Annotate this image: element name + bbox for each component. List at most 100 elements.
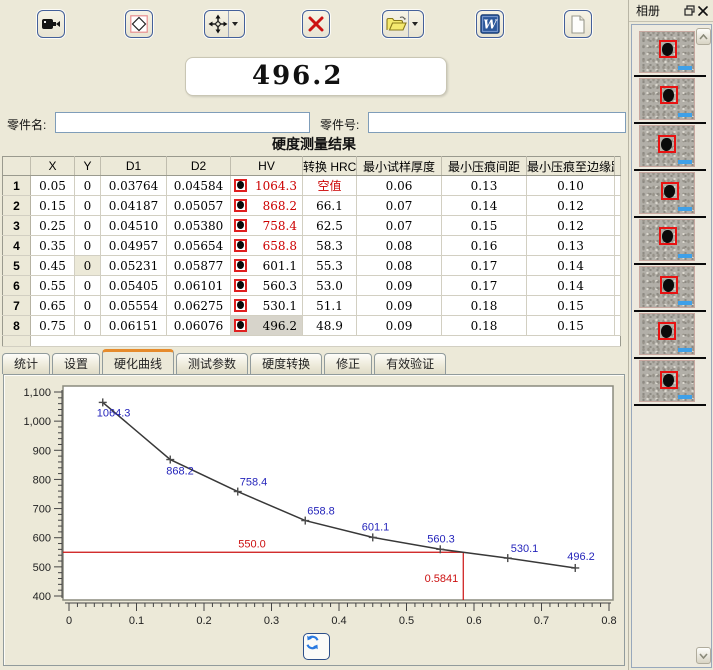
min-edge-cell[interactable]: 0.14 [527, 276, 615, 296]
min-edge-cell[interactable]: 0.10 [527, 176, 615, 196]
min-spacing-cell[interactable]: 0.16 [442, 236, 527, 256]
indentation-thumbnail[interactable] [639, 78, 695, 120]
export-word-button[interactable]: W [476, 10, 504, 38]
filler-cell[interactable] [615, 256, 621, 276]
row-number-cell[interactable]: 1 [3, 176, 31, 196]
indentation-thumbnail[interactable] [639, 31, 695, 73]
part-name-input[interactable] [55, 112, 310, 133]
x-cell[interactable]: 0.45 [31, 256, 75, 276]
tab-1[interactable]: 统计 [2, 353, 50, 374]
hv-cell[interactable]: 1064.3 [231, 176, 303, 196]
row-number-cell[interactable]: 4 [3, 236, 31, 256]
y-cell[interactable]: 0 [75, 236, 101, 256]
min-edge-cell[interactable]: 0.14 [527, 256, 615, 276]
x-cell[interactable]: 0.35 [31, 236, 75, 256]
d2-cell[interactable]: 0.05380 [167, 216, 231, 236]
filler-cell[interactable] [615, 176, 621, 196]
hv-cell[interactable]: 658.8 [231, 236, 303, 256]
y-cell[interactable]: 0 [75, 256, 101, 276]
d2-cell[interactable]: 0.06101 [167, 276, 231, 296]
d1-cell[interactable]: 0.05405 [101, 276, 167, 296]
min-thickness-cell[interactable]: 0.09 [357, 276, 442, 296]
auto-move-dropdown[interactable] [228, 11, 241, 37]
d2-cell[interactable]: 0.05057 [167, 196, 231, 216]
min-edge-cell[interactable]: 0.12 [527, 216, 615, 236]
hrc-cell[interactable]: 空值 [303, 176, 357, 196]
d2-cell[interactable]: 0.05654 [167, 236, 231, 256]
min-edge-cell[interactable]: 0.12 [527, 196, 615, 216]
min-thickness-cell[interactable]: 0.08 [357, 236, 442, 256]
hv-cell[interactable]: 496.2 [231, 316, 303, 336]
table-row[interactable]: 80.7500.061510.06076496.248.90.090.180.1… [3, 316, 621, 336]
hv-cell[interactable]: 868.2 [231, 196, 303, 216]
table-row[interactable]: 60.5500.054050.06101560.353.00.090.170.1… [3, 276, 621, 296]
x-cell[interactable]: 0.75 [31, 316, 75, 336]
min-edge-cell[interactable]: 0.15 [527, 316, 615, 336]
tab-4[interactable]: 测试参数 [176, 353, 248, 374]
d1-cell[interactable]: 0.05231 [101, 256, 167, 276]
indentation-thumbnail[interactable] [639, 172, 695, 214]
min-thickness-cell[interactable]: 0.07 [357, 216, 442, 236]
x-cell[interactable]: 0.65 [31, 296, 75, 316]
hrc-cell[interactable]: 62.5 [303, 216, 357, 236]
row-number-cell[interactable]: 3 [3, 216, 31, 236]
min-spacing-cell[interactable]: 0.13 [442, 176, 527, 196]
min-thickness-cell[interactable]: 0.09 [357, 316, 442, 336]
hrc-cell[interactable]: 51.1 [303, 296, 357, 316]
filler-cell[interactable] [615, 316, 621, 336]
min-edge-cell[interactable]: 0.13 [527, 236, 615, 256]
min-spacing-cell[interactable]: 0.15 [442, 216, 527, 236]
table-row[interactable]: 20.1500.041870.05057868.266.10.070.140.1… [3, 196, 621, 216]
table-row[interactable]: 50.4500.052310.05877601.155.30.080.170.1… [3, 256, 621, 276]
table-row[interactable]: 10.0500.037640.045841064.3空值0.060.130.10 [3, 176, 621, 196]
filler-cell[interactable] [615, 216, 621, 236]
x-cell[interactable]: 0.05 [31, 176, 75, 196]
table-row[interactable]: 70.6500.055540.06275530.151.10.090.180.1… [3, 296, 621, 316]
filler-cell[interactable] [615, 196, 621, 216]
tab-3[interactable]: 硬化曲线 [102, 349, 174, 374]
results-table[interactable]: XYD1D2HV转换 HRC最小试样厚度最小压痕间距最小压痕至边缘距 10.05… [2, 156, 621, 347]
open-file-button[interactable] [382, 10, 424, 38]
auto-move-button[interactable] [204, 10, 245, 38]
hrc-cell[interactable]: 48.9 [303, 316, 357, 336]
row-number-cell[interactable]: 8 [3, 316, 31, 336]
float-window-icon[interactable] [682, 4, 696, 18]
measure-indent-button[interactable] [125, 10, 153, 38]
d1-cell[interactable]: 0.06151 [101, 316, 167, 336]
hv-cell[interactable]: 560.3 [231, 276, 303, 296]
d2-cell[interactable]: 0.06076 [167, 316, 231, 336]
indentation-thumbnail[interactable] [639, 125, 695, 167]
y-cell[interactable]: 0 [75, 176, 101, 196]
row-number-cell[interactable]: 5 [3, 256, 31, 276]
d1-cell[interactable]: 0.05554 [101, 296, 167, 316]
min-thickness-cell[interactable]: 0.08 [357, 256, 442, 276]
table-row[interactable]: 40.3500.049570.05654658.858.30.080.160.1… [3, 236, 621, 256]
indentation-thumbnail[interactable] [639, 219, 695, 261]
d1-cell[interactable]: 0.04510 [101, 216, 167, 236]
hrc-cell[interactable]: 53.0 [303, 276, 357, 296]
x-cell[interactable]: 0.25 [31, 216, 75, 236]
tab-5[interactable]: 硬度转换 [250, 353, 322, 374]
hv-cell[interactable]: 758.4 [231, 216, 303, 236]
y-cell[interactable]: 0 [75, 196, 101, 216]
min-thickness-cell[interactable]: 0.07 [357, 196, 442, 216]
tab-7[interactable]: 有效验证 [374, 353, 446, 374]
min-thickness-cell[interactable]: 0.09 [357, 296, 442, 316]
part-number-input[interactable] [368, 112, 626, 133]
hrc-cell[interactable]: 66.1 [303, 196, 357, 216]
d2-cell[interactable]: 0.06275 [167, 296, 231, 316]
y-cell[interactable]: 0 [75, 276, 101, 296]
x-cell[interactable]: 0.55 [31, 276, 75, 296]
filler-cell[interactable] [615, 236, 621, 256]
d2-cell[interactable]: 0.04584 [167, 176, 231, 196]
min-edge-cell[interactable]: 0.15 [527, 296, 615, 316]
new-document-button[interactable] [564, 10, 592, 38]
delete-button[interactable] [302, 10, 330, 38]
row-number-cell[interactable]: 6 [3, 276, 31, 296]
scroll-up-button[interactable] [696, 28, 711, 45]
tab-6[interactable]: 修正 [324, 353, 372, 374]
hrc-cell[interactable]: 55.3 [303, 256, 357, 276]
row-number-cell[interactable]: 2 [3, 196, 31, 216]
d1-cell[interactable]: 0.04187 [101, 196, 167, 216]
y-cell[interactable]: 0 [75, 316, 101, 336]
